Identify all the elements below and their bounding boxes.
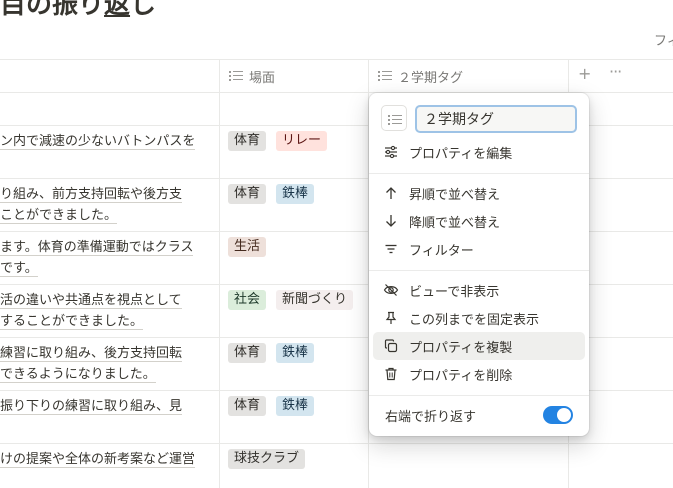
tag-chip: 生活 [228,237,267,257]
table-cell-text[interactable]: 振り下りの練習に取り組み、見 [0,396,216,417]
row-divider [589,284,673,285]
column-header-label: 場面 [249,70,276,86]
arrow-up-icon [383,185,399,201]
table-cell-text[interactable]: 練習に取り組み、後方支持回転 できるようになりました。 [0,343,216,385]
row-divider [589,125,673,126]
menu-item-label: プロパティを削除 [409,368,513,384]
tag-chip: リレー [276,131,328,151]
table-cell-text[interactable]: り組み、前方支持回転や後方支 ことができました。 [0,184,216,226]
row-divider [0,337,369,338]
menu-divider [369,395,589,396]
table-cell-text[interactable]: ン内で減速の少ないバトンパスを [0,131,216,152]
row-divider [0,178,369,179]
menu-item-label: プロパティを編集 [409,146,513,162]
list-icon [229,69,243,83]
tag-chip: 社会 [228,290,267,310]
menu-item-label: 昇順で並べ替え [409,187,501,203]
menu-item-label: この列までを固定表示 [409,312,540,328]
row-divider [0,390,369,391]
duplicate-property-item[interactable]: プロパティを複製 [373,332,585,360]
filter-button[interactable]: フィ [654,30,673,49]
tag-chip: 体育 [228,396,267,416]
hide-in-view-item[interactable]: ビューで非表示 [373,276,585,304]
filter-item[interactable]: フィルター [373,235,585,263]
sort-descending-item[interactable]: 降順で並べ替え [373,207,585,235]
table-header-top-border [0,59,673,60]
property-type-button[interactable] [381,105,407,131]
property-name-input[interactable] [415,105,577,133]
menu-item-label: ビューで非表示 [409,284,500,300]
tag-chip: 鉄棒 [276,396,315,416]
more-options-icon[interactable]: ··· [609,62,622,81]
row-divider [0,284,369,285]
arrow-down-icon [383,213,399,229]
row-divider [0,231,369,232]
list-icon [388,115,402,125]
row-divider [589,178,673,179]
add-column-icon[interactable]: + [578,64,591,83]
column-header-term2-tag[interactable]: ２学期タグ [378,60,463,92]
property-menu: プロパティを編集 昇順で並べ替え 降順で並べ替え フィルター ビューで非表示 こ… [369,93,589,436]
tag-chip: 体育 [228,131,267,151]
menu-item-label: 降順で並べ替え [409,215,501,231]
edit-property-item[interactable]: プロパティを編集 [373,138,585,166]
row-divider [0,443,673,444]
table-cell-text[interactable]: ます。体育の準備運動ではクラス です。 [0,237,216,279]
eye-off-icon [383,282,399,298]
table-cell-text[interactable]: 活の違いや共通点を視点として することができました。 [0,290,216,332]
tag-chip: 鉄棒 [276,343,315,363]
menu-item-label: 右端で折り返す [385,409,477,425]
trash-icon [383,366,399,382]
tag-chip: 体育 [228,184,267,204]
pin-icon [383,310,399,326]
table-cell-text[interactable]: けの提案や全体の新考案など運営 [0,449,216,470]
column-divider [219,59,220,488]
column-header-label: ２学期タグ [398,70,464,86]
tag-chip: 体育 [228,343,267,363]
menu-divider [369,173,589,174]
row-divider [589,231,673,232]
duplicate-icon [383,338,399,354]
filter-icon [383,241,399,257]
sliders-icon [383,144,399,160]
list-icon [378,69,392,83]
row-divider [589,337,673,338]
sort-ascending-item[interactable]: 昇順で並べ替え [373,179,585,207]
page-title: 目の振り返し [0,0,157,20]
menu-item-label: フィルター [409,243,474,259]
row-divider [589,390,673,391]
menu-item-label: プロパティを複製 [409,340,513,356]
column-header-scene[interactable]: 場面 [229,60,275,92]
wrap-column-toggle[interactable] [543,406,573,424]
delete-property-item[interactable]: プロパティを削除 [373,360,585,388]
freeze-column-item[interactable]: この列までを固定表示 [373,304,585,332]
wrap-column-row[interactable]: 右端で折り返す [373,401,585,429]
row-divider [0,125,369,126]
tag-chip: 新聞づくり [276,290,354,310]
tag-chip: 球技クラブ [228,449,306,469]
tag-chip: 鉄棒 [276,184,315,204]
menu-divider [369,270,589,271]
